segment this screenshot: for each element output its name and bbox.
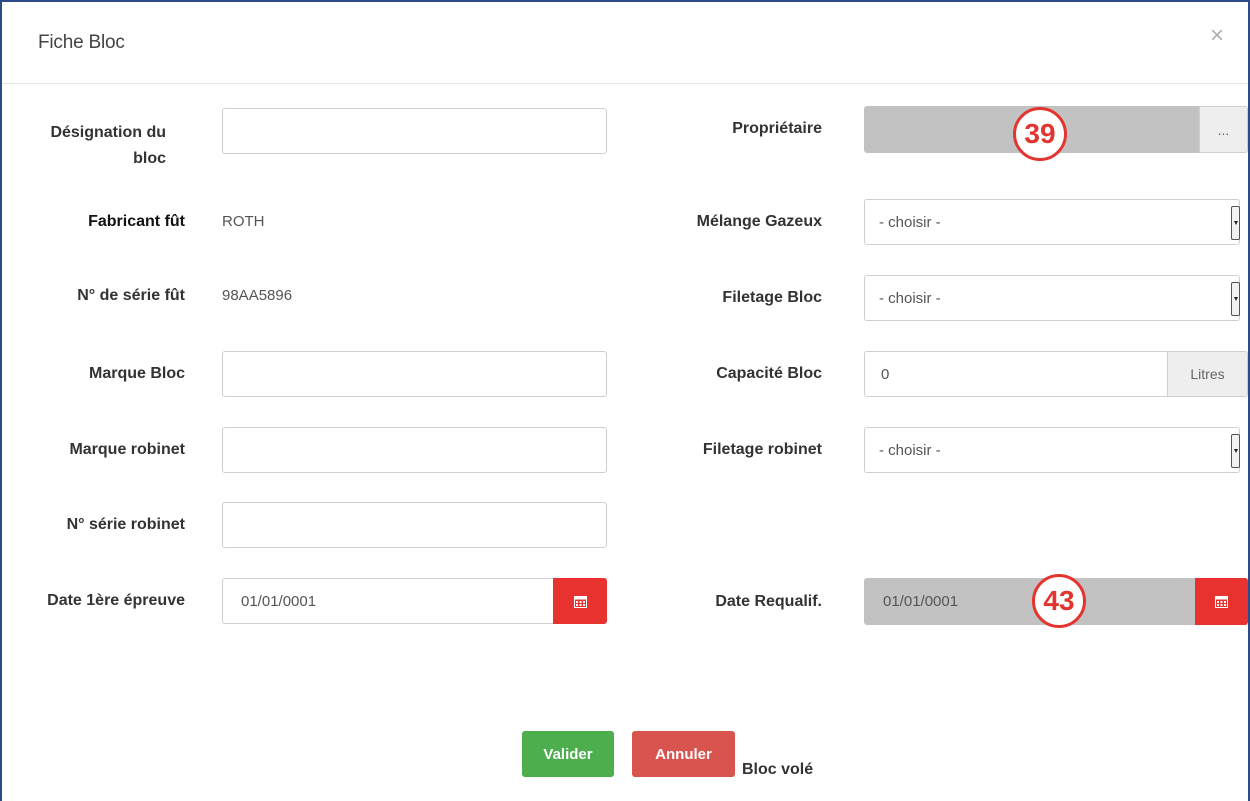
filetage-bloc-select-value: - choisir - [879, 289, 941, 307]
serie-fut-label: N° de série fût [77, 287, 185, 304]
designation-label: Désignation du bloc [50, 124, 166, 167]
modal-title: Fiche Bloc [38, 32, 125, 53]
marque-bloc-input[interactable] [222, 351, 607, 397]
modal-header: Fiche Bloc × [2, 2, 1248, 84]
filetage-robinet-select-value: - choisir - [879, 441, 941, 459]
proprietaire-browse-button[interactable]: ... [1199, 106, 1248, 153]
capacite-input[interactable] [864, 351, 1168, 397]
chevron-down-icon [1231, 434, 1240, 468]
callout-badge-43: 43 [1032, 574, 1086, 628]
date-epreuve-label: Date 1ère épreuve [47, 592, 185, 609]
date-requalif-input [864, 578, 1196, 625]
fabricant-value: ROTH [222, 213, 265, 230]
date-epreuve-calendar-button[interactable] [553, 578, 607, 624]
valider-button[interactable]: Valider [522, 731, 614, 777]
bloc-vole-label: Bloc volé [742, 761, 814, 778]
callout-badge-39: 39 [1013, 107, 1067, 161]
filetage-robinet-select[interactable]: - choisir - [864, 427, 1240, 473]
calendar-icon [573, 595, 587, 608]
filetage-bloc-select[interactable]: - choisir - [864, 275, 1240, 321]
filetage-bloc-label: Filetage Bloc [722, 289, 822, 306]
designation-input[interactable] [222, 108, 607, 154]
chevron-down-icon [1231, 282, 1240, 316]
date-epreuve-input[interactable] [222, 578, 554, 624]
annuler-button[interactable]: Annuler [632, 731, 735, 777]
filetage-robinet-label: Filetage robinet [702, 441, 822, 458]
marque-robinet-input[interactable] [222, 427, 607, 473]
serie-robinet-label: N° série robinet [66, 516, 185, 533]
marque-bloc-label: Marque Bloc [88, 365, 185, 382]
serie-fut-value: 98AA5896 [222, 287, 293, 304]
melange-select[interactable]: - choisir - [864, 199, 1240, 245]
close-icon[interactable]: × [1210, 24, 1224, 48]
marque-robinet-label: Marque robinet [69, 441, 185, 458]
capacite-unit-addon: Litres [1167, 351, 1248, 397]
capacite-label: Capacité Bloc [716, 365, 822, 382]
melange-label: Mélange Gazeux [696, 213, 822, 230]
date-requalif-calendar-button[interactable] [1195, 578, 1248, 625]
date-requalif-label: Date Requalif. [715, 593, 822, 610]
chevron-down-icon [1231, 206, 1240, 240]
fabricant-label: Fabricant fût [88, 213, 185, 230]
serie-robinet-input[interactable] [222, 502, 607, 548]
proprietaire-label: Propriétaire [732, 120, 822, 137]
calendar-icon [1215, 596, 1228, 608]
melange-select-value: - choisir - [879, 213, 941, 231]
